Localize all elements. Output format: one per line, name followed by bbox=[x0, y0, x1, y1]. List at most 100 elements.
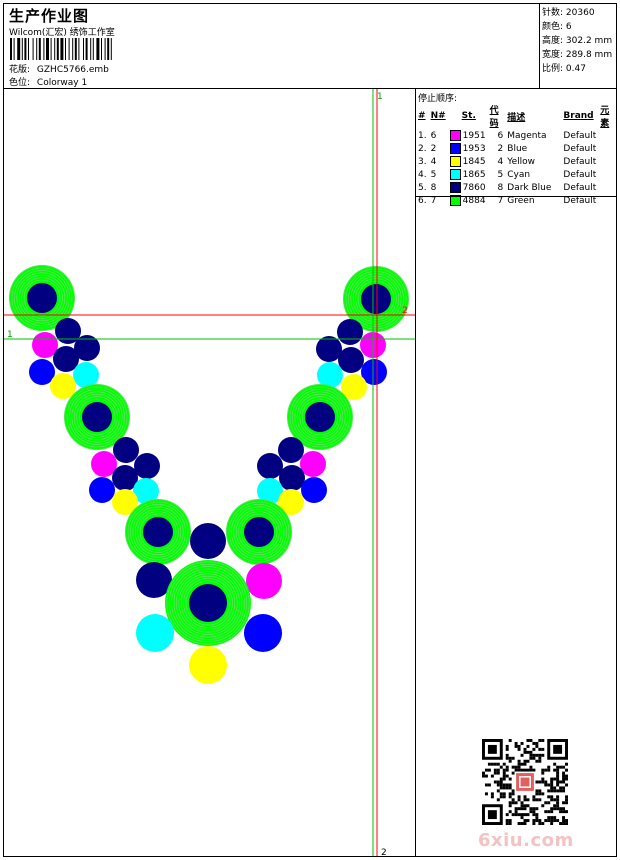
row-description: Dark Blue bbox=[507, 182, 552, 193]
thread-row[interactable]: 5. 8 7860 8 Dark Blue Default bbox=[416, 181, 616, 194]
col-stitches: St. bbox=[461, 111, 476, 121]
row-element bbox=[598, 168, 616, 181]
color-swatch bbox=[449, 156, 461, 167]
row-code: 5 bbox=[497, 169, 504, 180]
row-brand: Default bbox=[563, 130, 597, 141]
dark-blue-bead bbox=[113, 437, 139, 463]
dark-blue-bead bbox=[257, 453, 283, 479]
col-element: 元素 bbox=[600, 106, 610, 129]
guide-v1-label: 1 bbox=[377, 92, 383, 102]
dark-blue-bead bbox=[338, 347, 364, 373]
row-number: 5 bbox=[430, 169, 437, 180]
colorway-value: Colorway 1 bbox=[36, 78, 88, 88]
green-ring-flower bbox=[226, 499, 292, 565]
color-swatch bbox=[449, 169, 461, 180]
row-element bbox=[598, 129, 616, 142]
studio-subtitle: Wilcom(汇宏) 绣饰工作室 bbox=[9, 28, 115, 38]
thread-row[interactable]: 1. 6 1951 6 Magenta Default bbox=[416, 129, 616, 142]
row-swatch-stitches: 7860 bbox=[448, 181, 488, 194]
color-swatch bbox=[449, 182, 461, 193]
guide-h2-label: 2 bbox=[402, 306, 408, 316]
dark-blue-bead bbox=[190, 523, 226, 559]
row-swatch-stitches: 1953 bbox=[448, 142, 488, 155]
thread-table: # N# St. 代码 描述 Brand 元素 1. 6 1951 6 Magenta D… bbox=[416, 103, 616, 207]
row-stitches: 1845 bbox=[462, 157, 486, 167]
stat-stitches: 针数: 20360 bbox=[542, 8, 595, 18]
row-element bbox=[598, 181, 616, 194]
row-stitches: 4884 bbox=[462, 196, 486, 206]
watermark: 6xiu.com bbox=[478, 830, 574, 851]
row-element bbox=[598, 142, 616, 155]
stat-colors: 颜色: 6 bbox=[542, 22, 572, 32]
dark-blue-bead bbox=[279, 465, 305, 491]
row-brand: Default bbox=[563, 182, 597, 193]
stat-scale: 比例: 0.47 bbox=[542, 64, 586, 74]
dark-blue-bead bbox=[278, 437, 304, 463]
colorway-line: 色位: Colorway 1 bbox=[9, 75, 87, 88]
row-code: 8 bbox=[497, 182, 504, 193]
col-code: 代码 bbox=[489, 106, 499, 129]
row-index: 1. bbox=[418, 130, 427, 141]
thread-row[interactable]: 3. 4 1845 4 Yellow Default bbox=[416, 155, 616, 168]
panel-divider-horizontal bbox=[416, 196, 616, 197]
row-number: 6 bbox=[430, 130, 437, 141]
embroidery-motif bbox=[9, 265, 409, 684]
design-filename: GZHC5766.emb bbox=[36, 65, 109, 75]
dark-blue-bead bbox=[316, 336, 342, 362]
thread-row[interactable]: 2. 2 1953 2 Blue Default bbox=[416, 142, 616, 155]
dark-blue-bead bbox=[337, 319, 363, 345]
row-number: 2 bbox=[430, 143, 437, 154]
colorway-label: 色位: bbox=[9, 78, 31, 88]
production-sheet: 生产作业图 Wilcom(汇宏) 绣饰工作室 花版: GZHC5766.emb … bbox=[3, 3, 617, 857]
design-line: 花版: GZHC5766.emb bbox=[9, 62, 109, 75]
color-swatch bbox=[449, 130, 461, 141]
thread-row[interactable]: 4. 5 1865 5 Cyan Default bbox=[416, 168, 616, 181]
color-swatch bbox=[449, 143, 461, 154]
row-index: 2. bbox=[418, 143, 427, 154]
row-code: 4 bbox=[497, 156, 504, 167]
stat-width: 宽度: 289.8 mm bbox=[542, 50, 613, 60]
row-code: 2 bbox=[497, 143, 504, 154]
magenta-bead bbox=[246, 563, 282, 599]
row-stitches: 1953 bbox=[462, 144, 486, 154]
thread-table-header: # N# St. 代码 描述 Brand 元素 bbox=[416, 103, 616, 129]
blue-bead bbox=[301, 477, 327, 503]
stats-block: 针数: 20360 颜色: 6 高度: 302.2 mm 宽度: 289.8 m… bbox=[542, 6, 612, 76]
stat-height: 高度: 302.2 mm bbox=[542, 36, 613, 46]
barcode bbox=[10, 38, 112, 60]
green-ring-flower bbox=[125, 499, 191, 565]
col-number: N# bbox=[430, 111, 446, 121]
row-swatch-stitches: 1951 bbox=[448, 129, 488, 142]
guide-v2-label: 2 bbox=[381, 848, 387, 856]
row-number: 8 bbox=[430, 182, 437, 193]
row-brand: Default bbox=[563, 143, 597, 154]
header-left: 生产作业图 Wilcom(汇宏) 绣饰工作室 花版: GZHC5766.emb … bbox=[4, 4, 539, 88]
yellow-bead bbox=[50, 373, 76, 399]
row-stitches: 1865 bbox=[462, 170, 486, 180]
row-swatch-stitches: 1845 bbox=[448, 155, 488, 168]
row-description: Cyan bbox=[507, 169, 531, 180]
col-index: # bbox=[418, 111, 426, 121]
row-index: 3. bbox=[418, 156, 427, 167]
green-ring-flower bbox=[165, 560, 251, 646]
qr-code[interactable] bbox=[482, 739, 568, 825]
row-stitches: 7860 bbox=[462, 183, 486, 193]
col-description: 描述 bbox=[507, 112, 526, 123]
row-description: Yellow bbox=[507, 156, 535, 167]
row-index: 5. bbox=[418, 182, 427, 193]
cyan-bead bbox=[136, 614, 174, 652]
row-swatch-stitches: 1865 bbox=[448, 168, 488, 181]
row-brand: Default bbox=[563, 156, 597, 167]
row-code: 6 bbox=[497, 130, 504, 141]
header-divider-vertical bbox=[539, 4, 540, 88]
dark-blue-bead bbox=[134, 453, 160, 479]
design-canvas[interactable]: 1 2 1 2 bbox=[4, 89, 415, 856]
yellow-bead bbox=[189, 646, 227, 684]
row-brand: Default bbox=[563, 169, 597, 180]
blue-bead bbox=[89, 477, 115, 503]
blue-bead bbox=[244, 614, 282, 652]
guide-h1-label: 1 bbox=[7, 330, 13, 340]
design-label: 花版: bbox=[9, 65, 31, 75]
col-brand: Brand bbox=[563, 111, 594, 121]
row-index: 4. bbox=[418, 169, 427, 180]
